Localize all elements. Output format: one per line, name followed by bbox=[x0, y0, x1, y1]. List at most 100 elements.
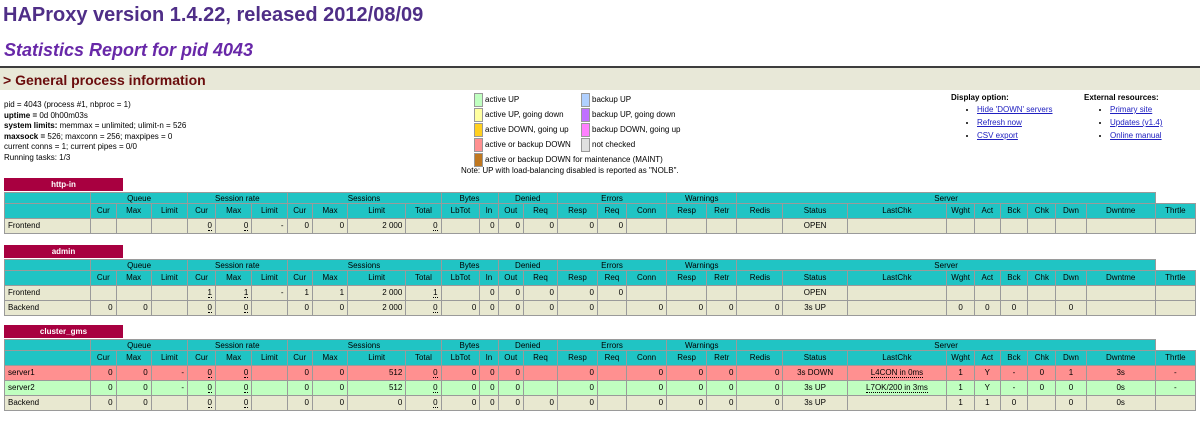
table-cell: 0s bbox=[1085, 380, 1156, 396]
group-header: Session rate bbox=[187, 259, 288, 271]
table-cell bbox=[251, 365, 288, 381]
column-header: Act bbox=[974, 350, 1001, 366]
column-header: Max bbox=[115, 203, 152, 219]
row-name: Backend bbox=[3, 300, 92, 316]
table-cell: 0 bbox=[214, 395, 253, 411]
table-cell: OPEN bbox=[782, 285, 848, 301]
process-info-line: current conns = 1; current pipes = 0/0 bbox=[4, 142, 186, 153]
table-cell: 0 bbox=[187, 218, 216, 234]
corner-cell bbox=[3, 350, 92, 366]
table-cell bbox=[596, 380, 628, 396]
hide-down-servers-link[interactable]: Hide 'DOWN' servers bbox=[977, 105, 1053, 114]
table-cell: 0 bbox=[626, 380, 668, 396]
table-cell: 0 bbox=[666, 395, 708, 411]
column-header: Out bbox=[497, 203, 524, 219]
process-info-value: 4043 (process #1, nbproc = 1) bbox=[23, 100, 131, 109]
table-cell: 0 bbox=[706, 395, 738, 411]
refresh-now-link[interactable]: Refresh now bbox=[977, 118, 1022, 127]
column-header: Retr bbox=[706, 203, 738, 219]
table-cell bbox=[1027, 395, 1057, 411]
table-cell: 0 bbox=[706, 380, 738, 396]
column-header: Req bbox=[522, 270, 558, 286]
column-header: Redis bbox=[736, 270, 784, 286]
legend-item: active or backup DOWN for maintenance (M… bbox=[474, 153, 663, 167]
table-cell: 0 bbox=[522, 218, 558, 234]
table-cell: 0 bbox=[556, 218, 598, 234]
table-cell: 0 bbox=[626, 395, 668, 411]
table-cell bbox=[115, 285, 152, 301]
table-row: Backend 0 0 0 0 0 0 0 0 0 0 0 0 0 0 0 0 0 3s UP 1 1 0 0 0s bbox=[3, 395, 1197, 411]
table-cell bbox=[596, 365, 628, 381]
column-header: Wght bbox=[946, 270, 976, 286]
column-header: Dwn bbox=[1055, 270, 1087, 286]
table-cell bbox=[626, 218, 668, 234]
table-cell: 0 bbox=[405, 218, 442, 234]
table-cell: 0 bbox=[286, 300, 313, 316]
table-cell: 1 bbox=[974, 395, 1001, 411]
table-cell bbox=[736, 285, 784, 301]
legend-swatch bbox=[474, 138, 483, 152]
process-info-value: memmax = unlimited; ulimit-n = 526 bbox=[59, 121, 187, 130]
table-cell: 0 bbox=[479, 380, 499, 396]
csv-export-link[interactable]: CSV export bbox=[977, 131, 1018, 140]
table-cell: 0 bbox=[596, 285, 628, 301]
process-info-label: system limits: bbox=[4, 121, 60, 130]
table-cell: 0 bbox=[556, 380, 598, 396]
legend-swatch bbox=[581, 93, 590, 107]
proxy-name-http-in[interactable]: http-in bbox=[4, 178, 123, 191]
group-header: Queue bbox=[90, 259, 189, 271]
table-cell: 2 000 bbox=[347, 285, 407, 301]
legend-swatch bbox=[474, 108, 483, 122]
row-name: Frontend bbox=[3, 218, 92, 234]
table-cell bbox=[1055, 218, 1087, 234]
group-header: Queue bbox=[90, 339, 189, 351]
legend-item: backup DOWN, going up bbox=[581, 123, 681, 137]
table-cell: 0 bbox=[115, 380, 152, 396]
column-header: Limit bbox=[150, 270, 189, 286]
column-header: Cur bbox=[187, 203, 216, 219]
table-cell bbox=[706, 285, 738, 301]
table-cell: 0 bbox=[1055, 395, 1087, 411]
table-cell: 0 bbox=[440, 300, 481, 316]
legend-swatch bbox=[474, 153, 483, 167]
column-header: Out bbox=[497, 270, 524, 286]
column-header: Retr bbox=[706, 350, 738, 366]
online-manual-link[interactable]: Online manual bbox=[1110, 131, 1162, 140]
primary-site-link[interactable]: Primary site bbox=[1110, 105, 1152, 114]
table-cell: 1 bbox=[286, 285, 313, 301]
column-header: Dwn bbox=[1055, 203, 1087, 219]
column-header: Thrtle bbox=[1154, 203, 1197, 219]
table-cell: - bbox=[1154, 380, 1197, 396]
table-cell: 0 bbox=[405, 300, 442, 316]
table-cell bbox=[846, 300, 948, 316]
corner-cell bbox=[3, 270, 92, 286]
updates-link[interactable]: Updates (v1.4) bbox=[1110, 118, 1162, 127]
table-cell: 0 bbox=[556, 365, 598, 381]
table-cell: 0 bbox=[311, 365, 349, 381]
column-header: Thrtle bbox=[1154, 350, 1197, 366]
table-cell: 0 bbox=[405, 395, 442, 411]
table-cell: 0 bbox=[479, 395, 499, 411]
table-cell bbox=[1085, 285, 1156, 301]
table-cell: 0 bbox=[214, 300, 253, 316]
table-cell bbox=[946, 218, 976, 234]
proxy-name-cluster_gms[interactable]: cluster_gms bbox=[4, 325, 123, 338]
legend-label: active DOWN, going up bbox=[485, 125, 569, 135]
column-header: Dwntme bbox=[1085, 350, 1156, 366]
column-header: Max bbox=[311, 270, 349, 286]
table-cell: 0 bbox=[596, 218, 628, 234]
column-header: Max bbox=[214, 350, 253, 366]
table-cell: 2 000 bbox=[347, 218, 407, 234]
table-cell: 0 bbox=[1055, 300, 1087, 316]
column-header: In bbox=[479, 270, 499, 286]
column-header: Limit bbox=[251, 203, 288, 219]
group-header: Sessions bbox=[286, 339, 442, 351]
column-header: Limit bbox=[347, 350, 407, 366]
column-header: LbTot bbox=[440, 203, 481, 219]
column-header: In bbox=[479, 203, 499, 219]
table-cell: 1 bbox=[405, 285, 442, 301]
proxy-name-admin[interactable]: admin bbox=[4, 245, 123, 258]
table-cell: - bbox=[150, 365, 189, 381]
column-header: Chk bbox=[1027, 350, 1057, 366]
legend-item: backup UP, going down bbox=[581, 108, 675, 122]
